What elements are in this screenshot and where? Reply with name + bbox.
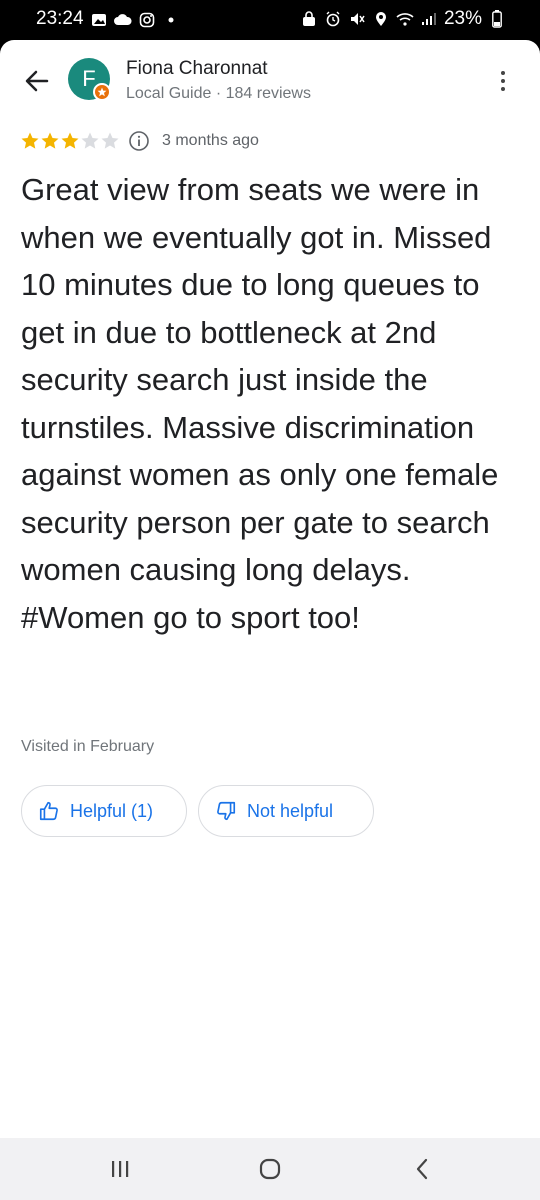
star-filled-icon: [41, 132, 59, 149]
review-date: 3 months ago: [162, 132, 259, 149]
local-guide-badge-icon: [93, 83, 111, 101]
notification-icons: [90, 11, 180, 29]
instagram-icon: [138, 11, 156, 29]
more-options-button[interactable]: [490, 64, 516, 98]
system-navigation-bar: [0, 1138, 540, 1200]
thumb-up-icon: [39, 801, 58, 821]
recent-apps-icon: [112, 1161, 129, 1177]
home-icon: [259, 1158, 281, 1180]
thumb-down-icon: [217, 801, 236, 821]
mute-icon: [348, 10, 366, 28]
star-empty-icon: [101, 132, 119, 149]
reviewer-name[interactable]: Fiona Charonnat: [126, 58, 268, 80]
home-button[interactable]: [254, 1154, 286, 1184]
battery-percentage: 23%: [443, 8, 482, 29]
star-filled-icon: [61, 132, 79, 149]
star-rating: [20, 131, 120, 151]
review-text: Great view from seats we were in when we…: [21, 172, 499, 635]
wifi-icon: [396, 10, 414, 28]
helpful-label: Helpful (1): [70, 800, 154, 821]
location-icon: [372, 10, 390, 28]
lock-icon: [300, 10, 318, 28]
helpful-button[interactable]: Helpful (1): [21, 785, 187, 837]
dot-icon: [162, 11, 180, 29]
alarm-icon: [324, 10, 342, 28]
more-vert-dot: [501, 87, 505, 91]
review-sheet: F Fiona Charonnat Local Guide · 184 revi…: [0, 40, 540, 1138]
back-arrow-icon: [25, 70, 49, 92]
signal-icon: [420, 10, 438, 28]
info-icon[interactable]: [128, 130, 150, 152]
back-nav-button[interactable]: [406, 1154, 438, 1184]
not-helpful-label: Not helpful: [247, 800, 334, 821]
visited-date: Visited in February: [21, 738, 155, 755]
rating-row: 3 months ago: [20, 130, 259, 152]
back-button[interactable]: [22, 66, 52, 96]
status-time: 23:24: [36, 8, 84, 29]
more-vert-dot: [501, 79, 505, 83]
status-bar: 23:24 23%: [0, 0, 540, 40]
more-vert-icon: [501, 71, 505, 75]
star-filled-icon: [21, 132, 39, 149]
star-empty-icon: [81, 132, 99, 149]
image-icon: [90, 11, 108, 29]
chevron-left-icon: [416, 1158, 428, 1180]
reviewer-meta: Local Guide · 184 reviews: [126, 85, 311, 102]
recent-apps-button[interactable]: [104, 1154, 136, 1184]
system-icons: 23%: [300, 8, 506, 30]
battery-icon: [488, 10, 506, 28]
cloud-icon: [114, 11, 132, 29]
not-helpful-button[interactable]: Not helpful: [198, 785, 374, 837]
